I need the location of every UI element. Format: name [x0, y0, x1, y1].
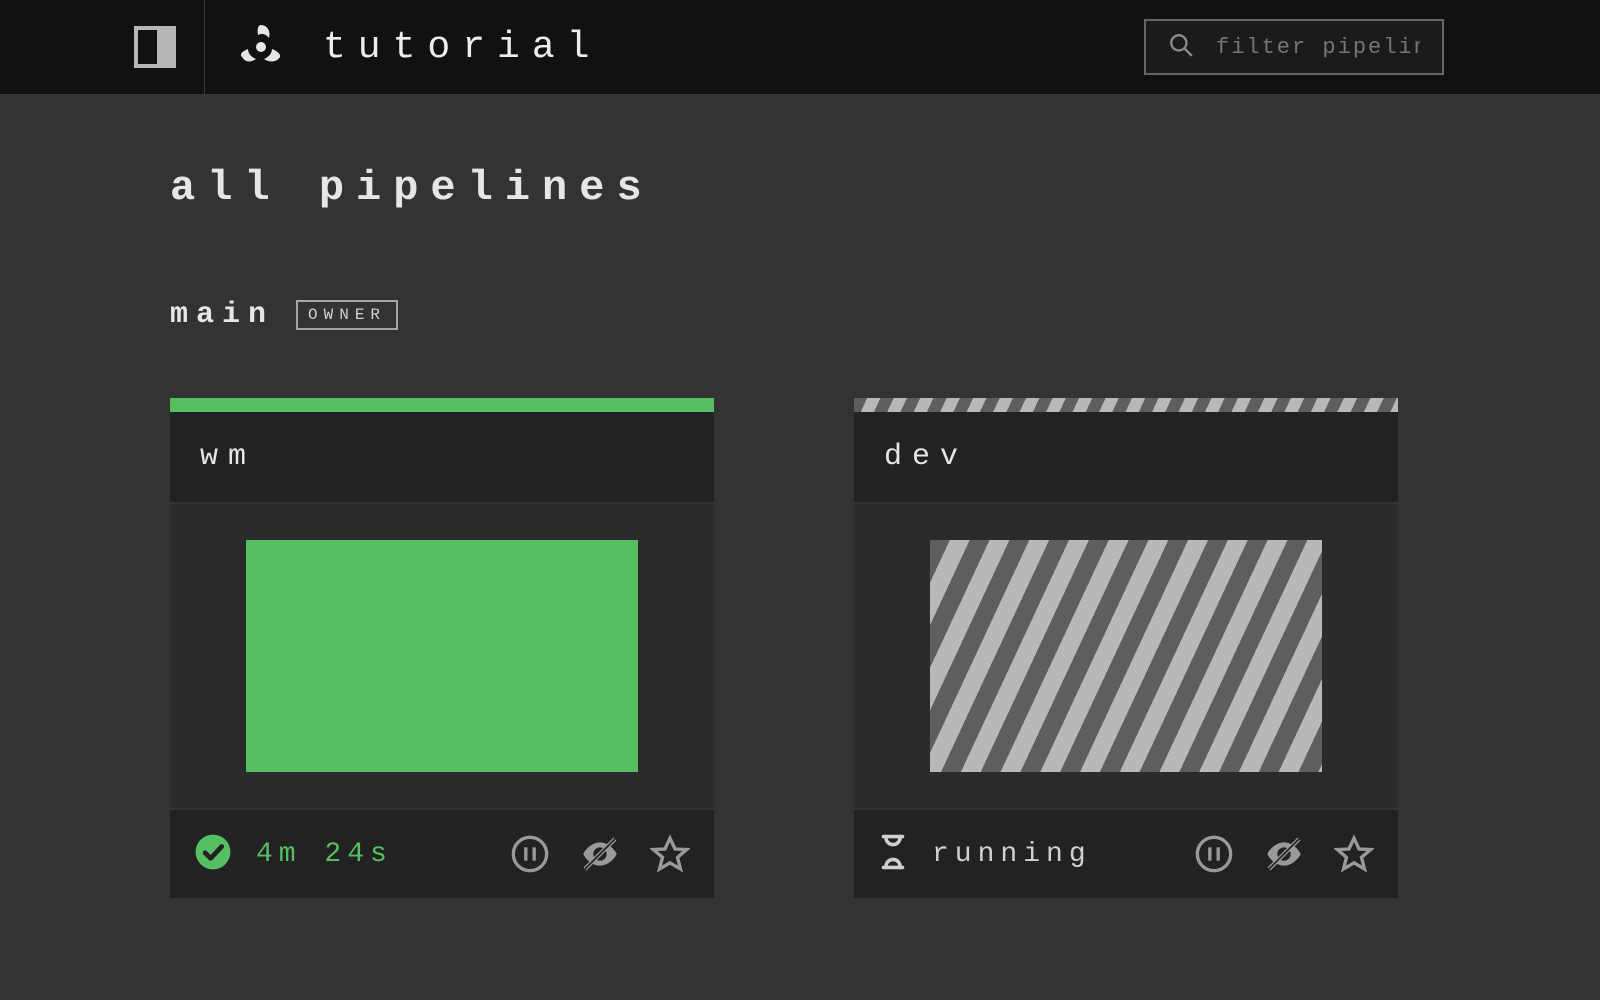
star-icon[interactable] — [1334, 834, 1374, 874]
pipeline-name: wm — [200, 440, 684, 474]
pipeline-card[interactable]: wm 4m 24s — [170, 398, 714, 898]
search-box[interactable] — [1144, 19, 1444, 75]
check-circle-icon — [194, 833, 232, 876]
pipeline-card[interactable]: dev running — [854, 398, 1398, 898]
pipeline-status-text: running — [932, 839, 1092, 870]
pause-icon[interactable] — [1194, 834, 1234, 874]
main: all pipelines main OWNER wm — [0, 94, 1600, 968]
topbar: tutorial — [0, 0, 1600, 94]
owner-badge: OWNER — [296, 300, 398, 330]
card-header: dev — [854, 412, 1398, 502]
card-footer: 4m 24s — [170, 808, 714, 898]
card-accent-stripe — [854, 398, 1398, 412]
hourglass-icon — [878, 833, 908, 876]
app-title: tutorial — [323, 26, 601, 69]
card-header: wm — [170, 412, 714, 502]
job-preview[interactable] — [246, 540, 638, 772]
sidebar-toggle-icon[interactable] — [134, 26, 176, 68]
job-preview[interactable] — [930, 540, 1322, 772]
hide-icon[interactable] — [578, 834, 622, 874]
card-accent-stripe — [170, 398, 714, 412]
team-header: main OWNER — [170, 298, 1430, 332]
pipeline-name: dev — [884, 440, 1368, 474]
page-title: all pipelines — [170, 164, 1430, 212]
card-footer: running — [854, 808, 1398, 898]
card-body — [170, 502, 714, 808]
star-icon[interactable] — [650, 834, 690, 874]
pause-icon[interactable] — [510, 834, 550, 874]
pipeline-card-row: wm 4m 24s — [170, 398, 1430, 898]
app-logo-icon[interactable] — [233, 19, 289, 75]
search-icon — [1168, 32, 1194, 63]
card-body — [854, 502, 1398, 808]
pipeline-status-text: 4m 24s — [256, 839, 393, 870]
search-input[interactable] — [1216, 35, 1420, 60]
topbar-divider — [204, 0, 205, 94]
hide-icon[interactable] — [1262, 834, 1306, 874]
team-name: main — [170, 298, 274, 332]
